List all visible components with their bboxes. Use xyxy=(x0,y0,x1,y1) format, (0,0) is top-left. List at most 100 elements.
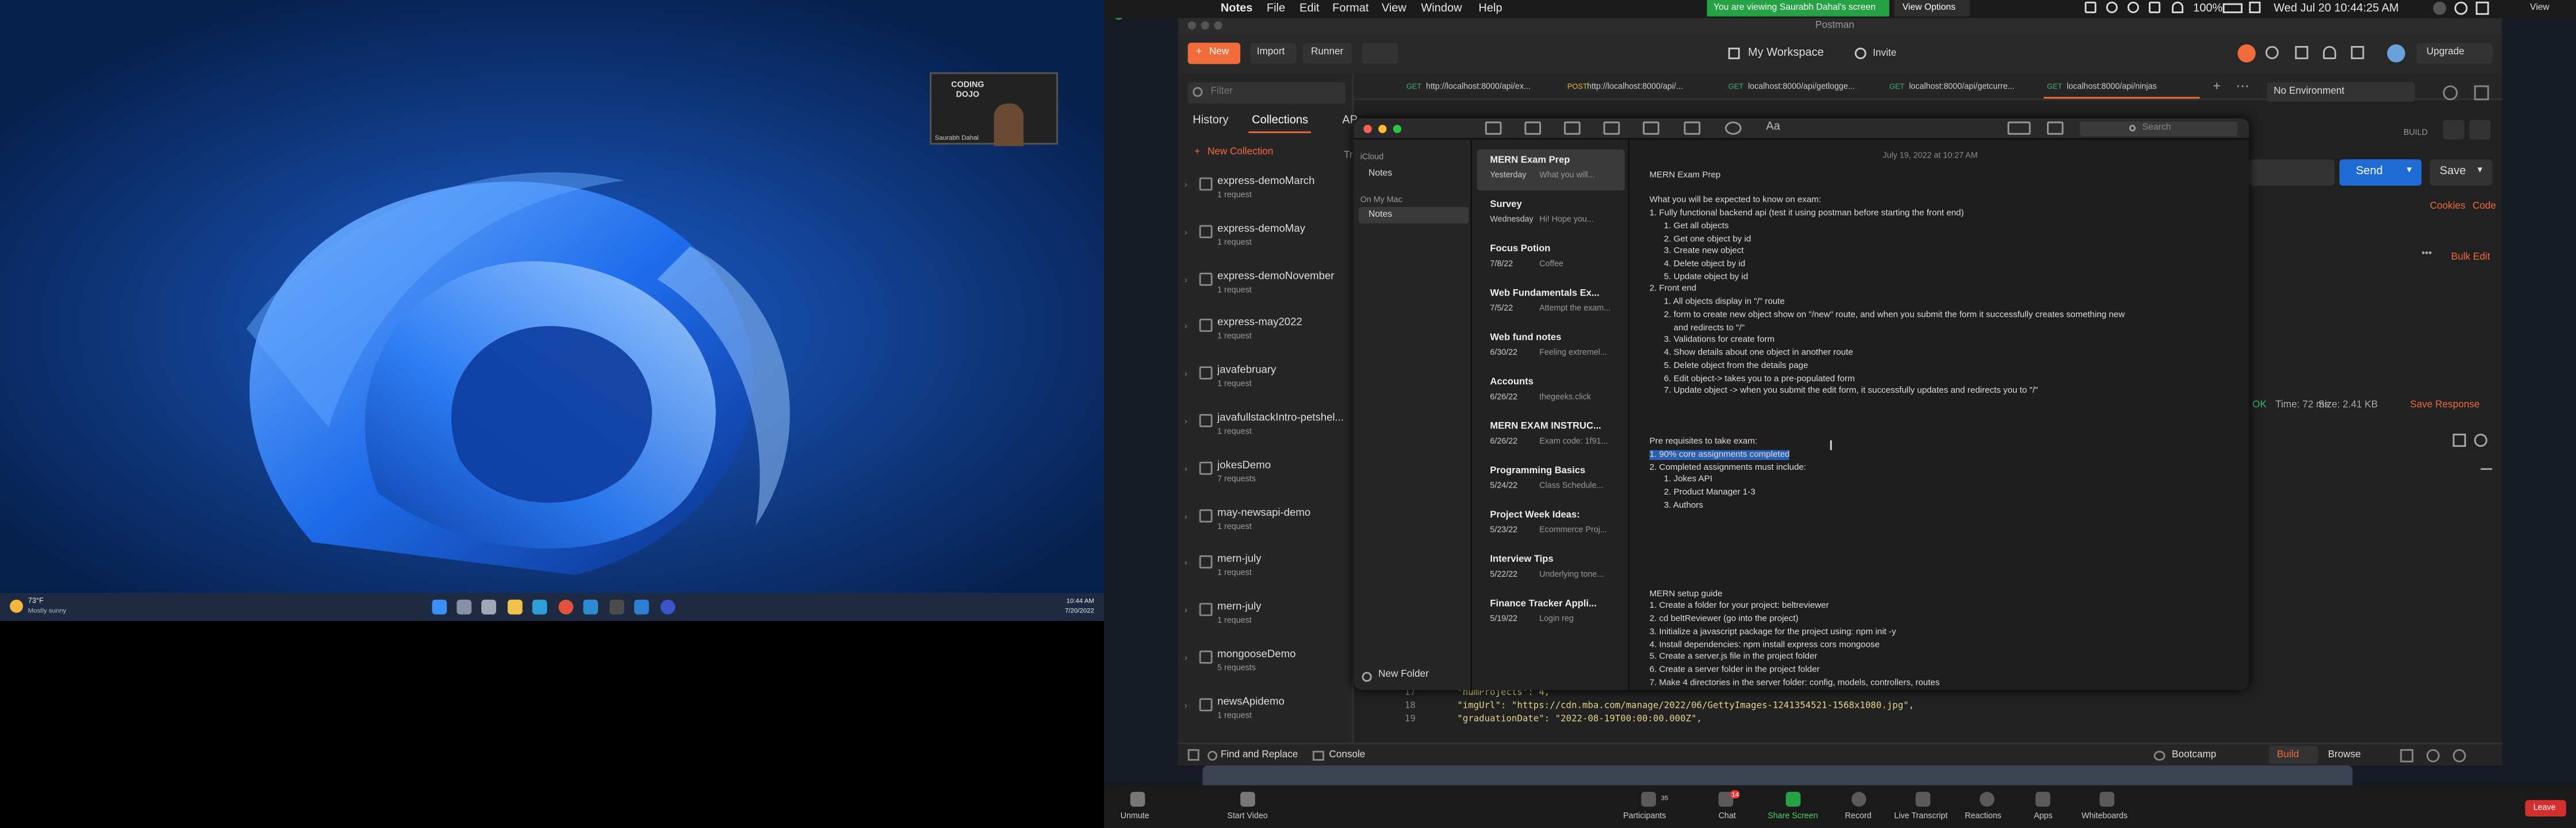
checklist-icon[interactable] xyxy=(1725,121,1742,135)
satellite-icon[interactable] xyxy=(2266,46,2279,59)
trash-icon[interactable] xyxy=(1564,121,1581,135)
help-icon[interactable] xyxy=(2452,749,2466,762)
collection-item[interactable]: › mongooseDemo 5 requests xyxy=(1178,641,1354,683)
request-tab[interactable]: GET localhost:8000/api/ninjas xyxy=(2044,77,2200,99)
participants-icon[interactable] xyxy=(1641,792,1656,807)
console-link[interactable]: Console xyxy=(1329,751,1365,761)
upgrade-button[interactable]: Upgrade xyxy=(2416,43,2493,64)
maximize-icon[interactable] xyxy=(1214,21,1222,30)
close-icon[interactable] xyxy=(1187,21,1196,30)
request-tab[interactable]: GET localhost:8000/api/getlogge... xyxy=(1725,77,1881,97)
keyboard-icon[interactable] xyxy=(2426,749,2440,762)
edit-pencil-icon[interactable] xyxy=(2443,120,2464,140)
chevron-right-icon[interactable]: › xyxy=(1184,417,1187,427)
participants-label[interactable]: Participants xyxy=(1623,811,1666,821)
request-tab[interactable]: POST http://localhost:8000/api/... xyxy=(1564,77,1720,97)
view-options-button[interactable]: View Options xyxy=(1894,0,1970,17)
collection-item[interactable]: › javafebruary 1 request xyxy=(1178,357,1354,400)
note-list-item[interactable]: Interview Tips 5/22/22 Underlying tone... xyxy=(1477,549,1625,589)
save-dropdown-icon[interactable]: ▾ xyxy=(2478,164,2483,176)
apps-label[interactable]: Apps xyxy=(2034,811,2053,821)
siri-menu-icon[interactable] xyxy=(2454,1,2468,15)
notes-search-input[interactable]: Search xyxy=(2080,121,2238,137)
gallery-icon[interactable] xyxy=(1524,121,1541,135)
note-list-item[interactable]: Programming Basics 5/24/22 Class Schedule.… xyxy=(1477,460,1625,501)
collection-item[interactable]: › mern-july 1 request xyxy=(1178,593,1354,636)
bulk-edit-link[interactable]: Bulk Edit xyxy=(2451,253,2490,263)
new-collection-link[interactable]: New Collection xyxy=(1208,148,1273,158)
menu-file[interactable]: File xyxy=(1267,2,1285,14)
env-settings-icon[interactable] xyxy=(2474,85,2489,101)
notifications-icon[interactable] xyxy=(2323,46,2336,59)
request-tab[interactable]: GET http://localhost:8000/api/ex... xyxy=(1403,77,1559,97)
cookies-link[interactable]: Cookies xyxy=(2430,202,2466,212)
record-icon[interactable] xyxy=(1851,792,1866,807)
lock-icon[interactable] xyxy=(1643,121,1659,135)
chevron-right-icon[interactable]: › xyxy=(1184,323,1187,332)
collaborate-icon[interactable] xyxy=(2007,121,2031,135)
note-list-item[interactable]: Survey Wednesday Hi! Hope you... xyxy=(1477,194,1625,235)
minimize-icon[interactable] xyxy=(1378,125,1387,133)
browse-toggle[interactable]: Browse xyxy=(2328,751,2361,761)
minimize-icon[interactable] xyxy=(1201,21,1209,30)
tab-history[interactable]: History xyxy=(1193,115,1228,126)
whiteboards-icon[interactable] xyxy=(2099,792,2115,807)
apps-icon[interactable] xyxy=(2035,792,2050,807)
table-icon[interactable] xyxy=(1684,121,1701,135)
close-icon[interactable] xyxy=(1363,125,1372,133)
eye-icon[interactable] xyxy=(2443,85,2458,101)
workspace-name[interactable]: My Workspace xyxy=(1748,48,1824,59)
reactions-icon[interactable] xyxy=(1979,792,1995,807)
video-thumbnail[interactable]: CODING DOJO Saurabh Dahal xyxy=(930,72,1058,147)
chevron-right-icon[interactable]: › xyxy=(1184,275,1187,285)
unmute-label[interactable]: Unmute xyxy=(1121,811,1149,821)
terminal-icon[interactable] xyxy=(610,599,624,615)
wifi-icon[interactable] xyxy=(2172,1,2184,13)
chevron-right-icon[interactable]: › xyxy=(1184,701,1187,711)
collection-item[interactable]: › mern-july 1 request xyxy=(1178,546,1354,589)
send-button[interactable]: Send ▾ xyxy=(2339,159,2422,186)
edge-icon[interactable] xyxy=(532,599,547,615)
collection-item[interactable]: › express-may2022 1 request xyxy=(1178,309,1354,352)
response-search-icon[interactable] xyxy=(2474,434,2487,447)
spotlight-icon[interactable] xyxy=(2106,1,2118,13)
new-button[interactable]: + New xyxy=(1187,43,1241,64)
chat-label[interactable]: Chat xyxy=(1719,811,1736,821)
environment-select[interactable]: No Environment xyxy=(2267,82,2415,102)
microphone-muted-icon[interactable] xyxy=(1130,792,1145,807)
import-button[interactable]: Import xyxy=(1250,43,1297,64)
request-tab[interactable]: GET localhost:8000/api/getcurre... xyxy=(1886,77,2042,97)
find-replace-link[interactable]: Find and Replace xyxy=(1221,751,1298,761)
store-icon[interactable] xyxy=(583,599,598,615)
chevron-right-icon[interactable]: › xyxy=(1184,654,1187,664)
list-icon[interactable] xyxy=(2475,1,2489,15)
chevron-right-icon[interactable]: › xyxy=(1184,607,1187,616)
note-list-item[interactable]: Finance Tracker Appli... 5/19/22 Login reg xyxy=(1477,593,1625,634)
control-center-icon[interactable] xyxy=(2249,1,2261,13)
mac-notes-folder[interactable]: Notes xyxy=(1358,207,1469,224)
settings-icon[interactable] xyxy=(2295,46,2309,59)
chevron-right-icon[interactable]: › xyxy=(1184,181,1187,190)
live-transcript-label[interactable]: Live Transcript xyxy=(1894,811,1948,821)
chevron-right-icon[interactable]: › xyxy=(1184,512,1187,522)
note-list-item[interactable]: MERN Exam Prep Yesterday What you will... xyxy=(1477,150,1625,191)
menu-edit[interactable]: Edit xyxy=(1300,2,1319,14)
collection-item[interactable]: › newsApidemo 1 request xyxy=(1178,688,1354,731)
task-view-icon[interactable] xyxy=(481,599,496,615)
code-link[interactable]: Code xyxy=(2472,202,2496,212)
zoom-view-control[interactable]: View xyxy=(2502,0,2576,18)
icloud-notes-folder[interactable]: Notes xyxy=(1368,169,1392,179)
filter-input[interactable]: Filter xyxy=(1187,82,1346,103)
menu-format[interactable]: Format xyxy=(1332,2,1368,14)
collection-item[interactable]: › express-demoMarch 1 request xyxy=(1178,167,1354,210)
whiteboards-label[interactable]: Whiteboards xyxy=(2082,811,2128,821)
chevron-right-icon[interactable]: › xyxy=(1184,559,1187,569)
profile-avatar[interactable] xyxy=(2387,44,2405,63)
note-editor[interactable]: July 19, 2022 at 10:27 AM MERN Exam Prep… xyxy=(1630,139,2249,690)
vscode-icon[interactable] xyxy=(634,599,649,615)
note-list-item[interactable]: Accounts 6/26/22 thegeeks.click xyxy=(1477,371,1625,412)
share-screen-icon[interactable] xyxy=(1785,792,1801,807)
tab-menu-icon[interactable]: ⋯ xyxy=(2236,79,2249,94)
cc-icon[interactable] xyxy=(1915,792,1931,807)
collection-item[interactable]: › jokesDemo 7 requests xyxy=(1178,451,1354,494)
